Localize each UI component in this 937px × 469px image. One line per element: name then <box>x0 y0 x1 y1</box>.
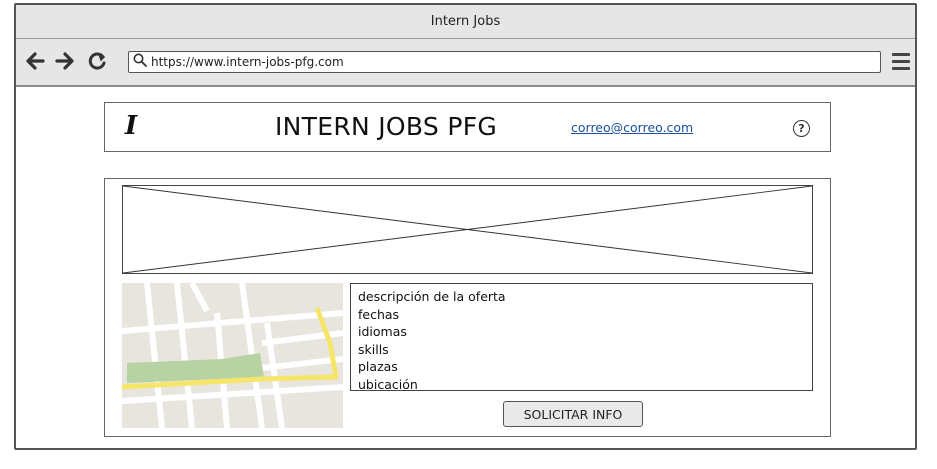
url-input[interactable] <box>151 55 880 69</box>
window-title: Intern Jobs <box>430 14 501 29</box>
offer-details: descripción de la oferta fechas idiomas … <box>350 283 813 391</box>
email-link[interactable]: correo@correo.com <box>571 120 693 135</box>
job-offer-card: descripción de la oferta fechas idiomas … <box>104 178 831 437</box>
location-map[interactable] <box>122 283 343 428</box>
detail-location: ubicación <box>358 376 418 391</box>
search-icon <box>129 53 151 71</box>
title-bar: Intern Jobs <box>16 5 915 39</box>
site-logo[interactable]: I <box>125 111 137 141</box>
detail-dates: fechas <box>358 306 400 322</box>
image-placeholder <box>122 185 813 274</box>
address-bar[interactable] <box>128 51 881 73</box>
reload-icon[interactable] <box>86 49 108 73</box>
arrow-left-icon[interactable] <box>24 49 46 73</box>
detail-description: descripción de la oferta <box>358 289 506 304</box>
help-icon[interactable]: ? <box>793 120 810 137</box>
detail-skills: skills <box>358 341 389 357</box>
site-header: I INTERN JOBS PFG correo@correo.com ? <box>104 102 831 152</box>
page-content: I INTERN JOBS PFG correo@correo.com ? de… <box>16 87 915 448</box>
detail-languages: idiomas <box>358 324 407 339</box>
request-info-button[interactable]: SOLICITAR INFO <box>503 401 643 427</box>
detail-positions: plazas <box>358 359 398 374</box>
browser-toolbar <box>16 39 915 87</box>
browser-window: Intern Jobs I INTERN JOBS PFG correo@cor… <box>14 3 917 450</box>
hamburger-menu-icon[interactable] <box>892 53 910 71</box>
page-title: INTERN JOBS PFG <box>275 112 498 141</box>
arrow-right-icon[interactable] <box>54 49 76 73</box>
